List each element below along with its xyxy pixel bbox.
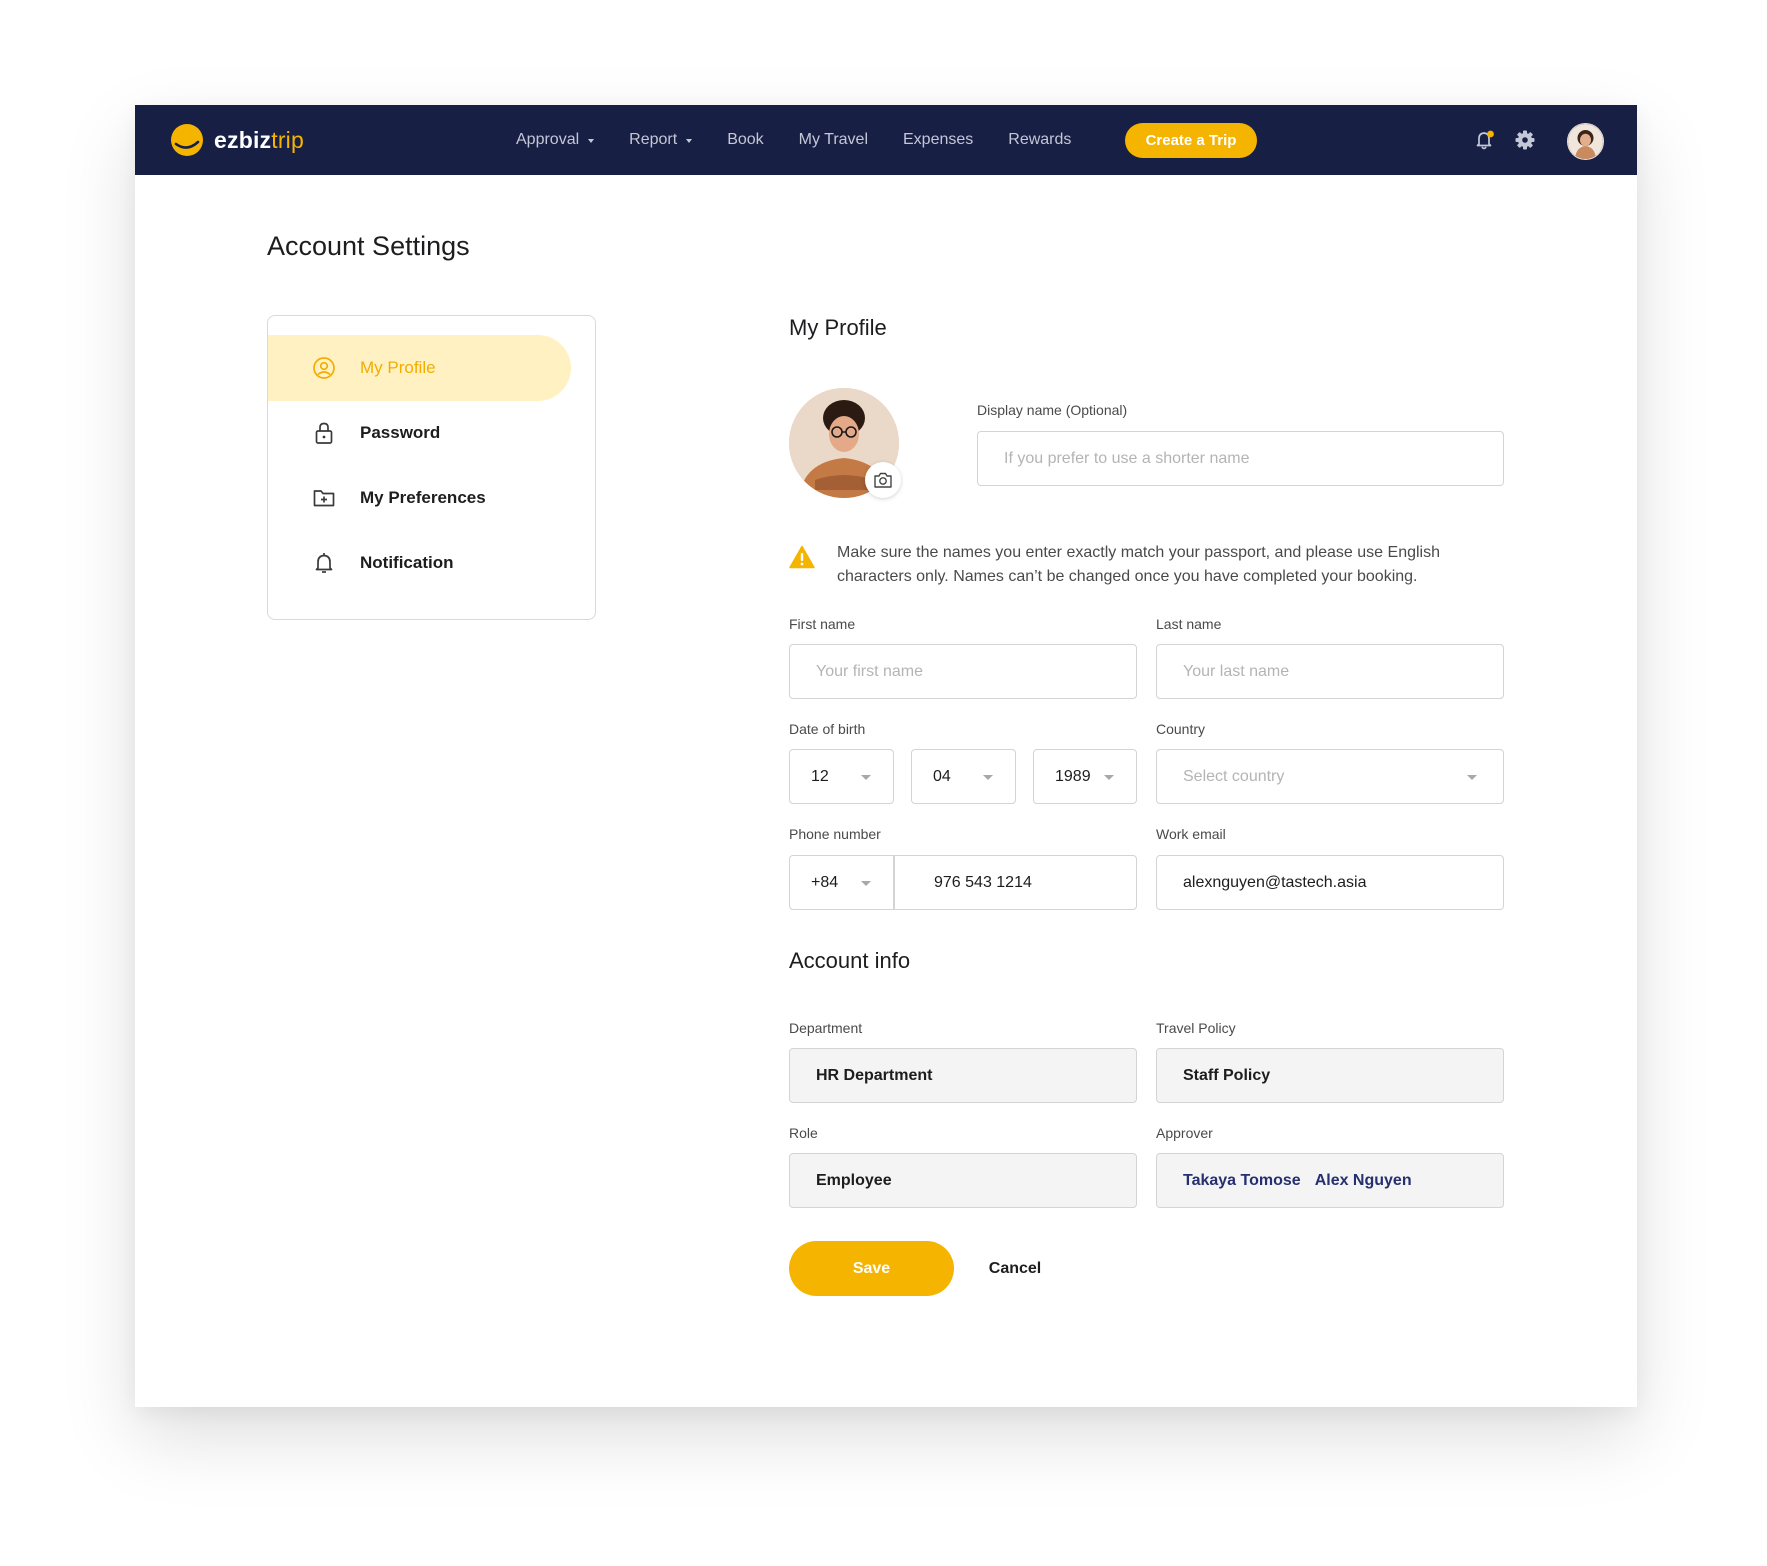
user-avatar[interactable]	[1567, 123, 1604, 160]
camera-icon	[874, 472, 892, 488]
folder-plus-icon	[313, 490, 335, 507]
bell-icon	[315, 553, 333, 573]
logo[interactable]: ezbiztrip	[170, 123, 304, 157]
lock-icon	[315, 422, 333, 444]
user-circle-icon	[313, 357, 335, 379]
display-name-input[interactable]	[977, 431, 1504, 486]
warning-icon	[789, 545, 815, 569]
approver-label: Approver	[1156, 1125, 1213, 1141]
chevron-down-icon	[1104, 775, 1114, 780]
dob-day-select[interactable]: 12	[789, 749, 894, 804]
approver-field: Takaya Tomose Alex Nguyen	[1156, 1153, 1504, 1208]
logo-text-accent: trip	[271, 126, 304, 153]
create-trip-button[interactable]: Create a Trip	[1125, 123, 1257, 158]
approver-name: Takaya Tomose	[1183, 1171, 1301, 1189]
dob-label: Date of birth	[789, 721, 866, 737]
nav-rewards[interactable]: Rewards	[1008, 131, 1071, 149]
nav-report[interactable]: Report	[629, 131, 693, 149]
logo-text: ezbiztrip	[214, 127, 304, 154]
phone-number-input[interactable]: 976 543 1214	[934, 874, 1032, 892]
settings-sidebar: My Profile Password My Preferences Notif…	[267, 315, 596, 620]
work-email-input[interactable]	[1156, 855, 1504, 910]
sidebar-item-notification[interactable]: Notification	[268, 530, 571, 596]
first-name-input[interactable]	[789, 644, 1137, 699]
warning-text: Make sure the names you enter exactly ma…	[837, 544, 1440, 585]
chevron-down-icon	[983, 775, 993, 780]
country-placeholder: Select country	[1183, 767, 1285, 785]
dob-day-value: 12	[811, 767, 829, 785]
save-button[interactable]: Save	[789, 1241, 954, 1296]
sidebar-item-my-preferences[interactable]: My Preferences	[268, 465, 571, 531]
sidebar-item-password[interactable]: Password	[268, 400, 571, 466]
sidebar-item-label: Notification	[360, 553, 454, 572]
nav-rewards-label: Rewards	[1008, 131, 1072, 148]
work-email-label: Work email	[1156, 826, 1226, 842]
phone-label: Phone number	[789, 826, 881, 842]
nav-my-travel-label: My Travel	[798, 131, 868, 148]
chevron-down-icon	[861, 775, 871, 780]
bell-icon	[1476, 130, 1494, 150]
nav-my-travel[interactable]: My Travel	[799, 131, 868, 149]
sidebar-item-my-profile[interactable]: My Profile	[268, 335, 571, 401]
approver-name: Alex Nguyen	[1314, 1171, 1412, 1189]
sidebar-item-label: My Preferences	[360, 488, 486, 507]
my-profile-heading: My Profile	[789, 315, 887, 340]
travel-policy-field: Staff Policy	[1156, 1048, 1504, 1103]
nav-links: Approval Report Book My Travel Expenses …	[516, 105, 1106, 175]
app-window: ezbiztrip Approval Report Book My Travel…	[135, 105, 1637, 1407]
logo-text-primary: ezbiz	[214, 126, 272, 153]
phone-divider	[893, 855, 895, 910]
phone-country-code[interactable]: +84	[811, 874, 838, 892]
country-select[interactable]: Select country	[1156, 749, 1504, 804]
nav-approval[interactable]: Approval	[516, 131, 595, 149]
phone-field: +84 976 543 1214	[789, 855, 1137, 910]
country-label: Country	[1156, 721, 1206, 737]
sidebar-item-label: My Profile	[360, 358, 436, 377]
chevron-down-icon	[861, 881, 871, 886]
role-field: Employee	[789, 1153, 1137, 1208]
avatar-image	[1568, 124, 1603, 159]
nav-expenses-label: Expenses	[903, 131, 974, 148]
department-label: Department	[789, 1020, 863, 1036]
role-label: Role	[789, 1125, 818, 1141]
account-info-heading: Account info	[789, 948, 911, 973]
dob-month-value: 04	[933, 767, 951, 785]
dob-year-select[interactable]: 1989	[1033, 749, 1137, 804]
page-title: Account Settings	[267, 231, 470, 261]
dob-month-select[interactable]: 04	[911, 749, 1016, 804]
top-navbar: ezbiztrip Approval Report Book My Travel…	[135, 105, 1637, 175]
change-photo-button[interactable]	[865, 462, 901, 498]
last-name-input[interactable]	[1156, 644, 1504, 699]
nav-report-label: Report	[629, 131, 678, 148]
nav-book[interactable]: Book	[727, 131, 763, 149]
first-name-label: First name	[789, 616, 856, 632]
cancel-button[interactable]: Cancel	[975, 1241, 1055, 1296]
nav-book-label: Book	[727, 131, 764, 148]
settings-button[interactable]	[1514, 129, 1536, 151]
department-field: HR Department	[789, 1048, 1137, 1103]
caret-down-icon	[588, 139, 595, 143]
notification-bell-button[interactable]	[1474, 129, 1496, 151]
gear-icon	[1515, 130, 1535, 150]
dob-year-value: 1989	[1055, 767, 1091, 785]
caret-down-icon	[686, 139, 693, 143]
sidebar-item-label: Password	[360, 423, 441, 442]
travel-policy-label: Travel Policy	[1156, 1020, 1236, 1036]
display-name-label: Display name (Optional)	[977, 402, 1128, 418]
nav-expenses[interactable]: Expenses	[903, 131, 973, 149]
chevron-down-icon	[1467, 775, 1477, 780]
logo-mark-icon	[171, 124, 203, 156]
last-name-label: Last name	[1156, 616, 1222, 632]
nav-approval-label: Approval	[516, 131, 580, 148]
